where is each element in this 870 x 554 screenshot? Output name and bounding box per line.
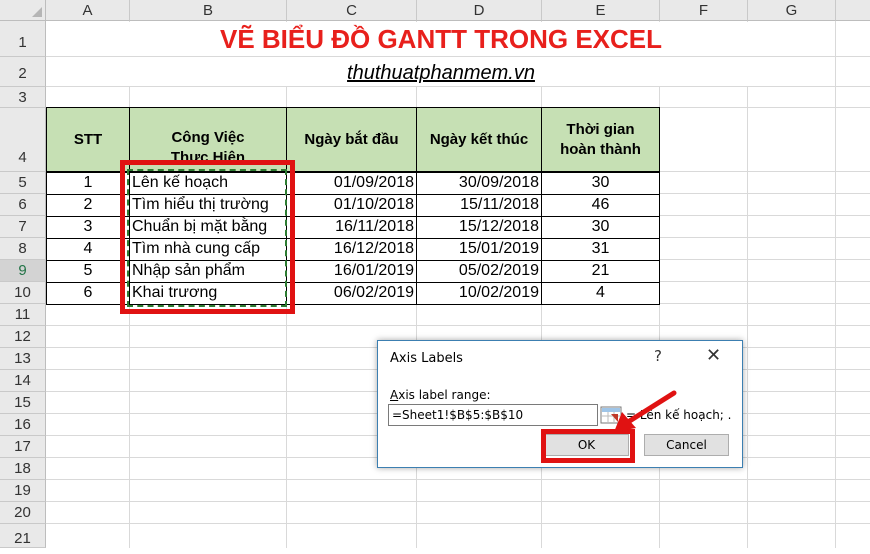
cell-stt[interactable]: 6 [46, 282, 130, 305]
cell-stt[interactable]: 3 [46, 216, 130, 239]
row-header-17[interactable]: 17 [0, 436, 46, 458]
cell-duration[interactable]: 46 [541, 194, 660, 217]
cell-duration[interactable]: 4 [541, 282, 660, 305]
cell-end-date[interactable]: 15/01/2019 [416, 238, 542, 261]
header-duration[interactable]: Thời gian hoàn thành [541, 107, 660, 172]
row-header-4[interactable]: 4 [0, 108, 46, 172]
sheet-title[interactable]: VẼ BIỂU ĐỒ GANTT TRONG EXCEL [47, 22, 835, 56]
row-header-12[interactable]: 12 [0, 326, 46, 348]
close-icon[interactable]: ✕ [706, 345, 721, 366]
row-header-3[interactable]: 3 [0, 87, 46, 108]
cell-stt[interactable]: 4 [46, 238, 130, 261]
header-stt[interactable]: STT [46, 107, 130, 172]
cell-duration[interactable]: 30 [541, 216, 660, 239]
column-header-f[interactable]: F [660, 0, 748, 21]
cell-end-date[interactable]: 10/02/2019 [416, 282, 542, 305]
column-header-b[interactable]: B [130, 0, 287, 21]
axis-label-range-label-text: xis label range: [398, 388, 491, 402]
cell-start-date[interactable]: 01/09/2018 [286, 172, 417, 195]
header-task-line1: Công Việc [171, 128, 245, 146]
row-header-16[interactable]: 16 [0, 414, 46, 436]
dialog-title: Axis Labels [390, 351, 463, 366]
cell-end-date[interactable]: 30/09/2018 [416, 172, 542, 195]
header-end[interactable]: Ngày kết thúc [416, 107, 542, 172]
grid-line [46, 501, 870, 502]
column-header-c[interactable]: C [287, 0, 417, 21]
row-header-13[interactable]: 13 [0, 348, 46, 370]
row-header-7[interactable]: 7 [0, 216, 46, 238]
row-header-5[interactable]: 5 [0, 172, 46, 194]
cell-duration[interactable]: 30 [541, 172, 660, 195]
column-header-d[interactable]: D [417, 0, 542, 21]
cell-stt[interactable]: 1 [46, 172, 130, 195]
grid-line [46, 523, 870, 524]
cell-start-date[interactable]: 06/02/2019 [286, 282, 417, 305]
cell-duration[interactable]: 31 [541, 238, 660, 261]
cell-end-date[interactable]: 05/02/2019 [416, 260, 542, 283]
header-duration-line1: Thời gian [566, 120, 635, 138]
cell-start-date[interactable]: 16/11/2018 [286, 216, 417, 239]
cell-end-date[interactable]: 15/12/2018 [416, 216, 542, 239]
row-header-15[interactable]: 15 [0, 392, 46, 414]
column-header-e[interactable]: E [542, 0, 660, 21]
column-header-h[interactable] [836, 0, 870, 21]
spreadsheet[interactable]: A B C D E F G 1 2 3 4 5 6 7 8 9 10 11 12… [0, 0, 870, 548]
column-header-g[interactable]: G [748, 0, 836, 21]
grid-line [835, 21, 836, 548]
grid-line [46, 86, 870, 87]
row-header-11[interactable]: 11 [0, 304, 46, 326]
sheet-subtitle[interactable]: thuthuatphanmem.vn [47, 57, 835, 86]
row-header-8[interactable]: 8 [0, 238, 46, 260]
cell-stt[interactable]: 2 [46, 194, 130, 217]
row-header-20[interactable]: 20 [0, 502, 46, 524]
header-start[interactable]: Ngày bắt đầu [286, 107, 417, 172]
grid-line [46, 479, 870, 480]
row-header-10[interactable]: 10 [0, 282, 46, 304]
header-duration-line2: hoàn thành [560, 140, 641, 158]
row-header-19[interactable]: 19 [0, 480, 46, 502]
header-start-text: Ngày bắt đầu [304, 130, 399, 148]
help-icon[interactable]: ? [654, 347, 662, 365]
cell-stt[interactable]: 5 [46, 260, 130, 283]
cell-end-date[interactable]: 15/11/2018 [416, 194, 542, 217]
row-header-18[interactable]: 18 [0, 458, 46, 480]
row-header-9[interactable]: 9 [0, 260, 46, 282]
axis-label-range-label: Axis label range: [390, 388, 491, 402]
highlight-box-range [120, 160, 295, 314]
select-all-corner[interactable] [0, 0, 46, 21]
cell-start-date[interactable]: 16/01/2019 [286, 260, 417, 283]
row-header-6[interactable]: 6 [0, 194, 46, 216]
header-end-text: Ngày kết thúc [429, 130, 529, 148]
row-header-14[interactable]: 14 [0, 370, 46, 392]
header-stt-text: STT [73, 130, 103, 148]
column-header-a[interactable]: A [46, 0, 130, 21]
cell-start-date[interactable]: 01/10/2018 [286, 194, 417, 217]
cell-start-date[interactable]: 16/12/2018 [286, 238, 417, 261]
axis-label-range-input[interactable]: =Sheet1!$B$5:$B$10 [388, 404, 598, 426]
row-header-21[interactable]: 21 [0, 524, 46, 548]
grid-line [747, 21, 748, 548]
red-arrow-icon [614, 390, 677, 432]
grid-line [46, 325, 870, 326]
row-header-1[interactable]: 1 [0, 21, 46, 57]
row-header-2[interactable]: 2 [0, 57, 46, 87]
cell-duration[interactable]: 21 [541, 260, 660, 283]
